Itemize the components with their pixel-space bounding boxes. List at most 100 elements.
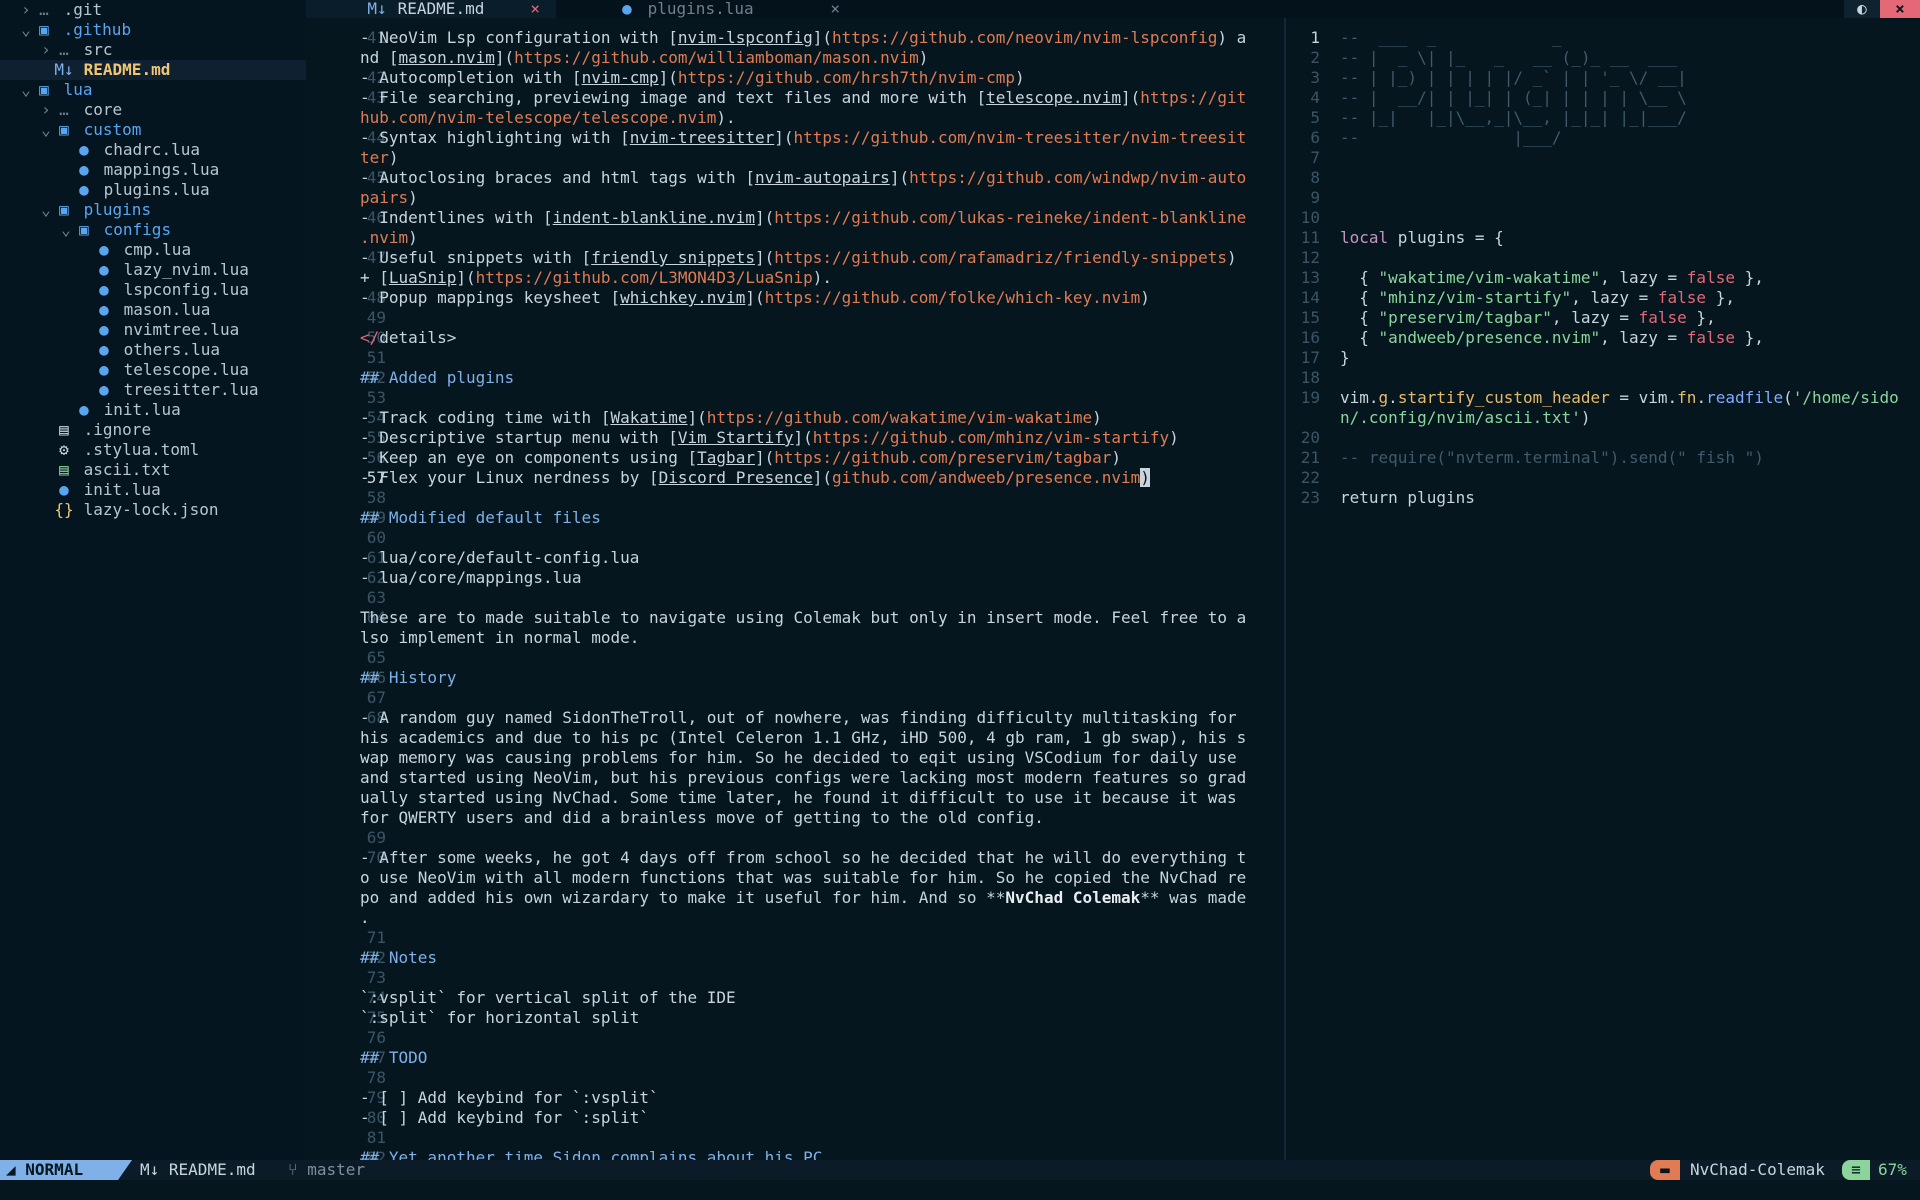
chevron-down-icon[interactable]: ⌄: [18, 20, 34, 40]
code-line[interactable]: 64 These are to made suitable to navigate…: [306, 608, 1284, 628]
code-line[interactable]: 55- Descriptive startup menu with [Vim S…: [306, 428, 1284, 448]
code-line[interactable]: 17}: [1286, 348, 1920, 368]
tree-item[interactable]: ● chadrc.lua: [0, 140, 306, 160]
code-line[interactable]: 3 -- | |_) | | | | |/ _` | | '_ \/ __|: [1286, 68, 1920, 88]
code-line[interactable]: 9: [1286, 188, 1920, 208]
code-line[interactable]: 79- [ ] Add keybind for `:vsplit`: [306, 1088, 1284, 1108]
tree-item[interactable]: › … src: [0, 40, 306, 60]
code-line[interactable]: nd [mason.nvim](https://github.com/willi…: [306, 48, 1284, 68]
code-line[interactable]: 61- lua/core/default-config.lua: [306, 548, 1284, 568]
code-line[interactable]: 18: [1286, 368, 1920, 388]
code-line[interactable]: 67: [306, 688, 1284, 708]
code-line[interactable]: 20: [1286, 428, 1920, 448]
code-line[interactable]: 48- Popup mappings keysheet [whichkey.nv…: [306, 288, 1284, 308]
tree-item[interactable]: {} lazy-lock.json: [0, 500, 306, 520]
code-line[interactable]: hub.com/nvim-telescope/telescope.nvim).: [306, 108, 1284, 128]
code-line[interactable]: 66 ## History: [306, 668, 1284, 688]
code-line[interactable]: ter): [306, 148, 1284, 168]
tree-item[interactable]: ● mason.lua: [0, 300, 306, 320]
tree-item[interactable]: ⌄ ▣ configs: [0, 220, 306, 240]
code-line[interactable]: 52 ## Added plugins: [306, 368, 1284, 388]
code-line[interactable]: 23 return plugins: [1286, 488, 1920, 508]
tree-item[interactable]: ● treesitter.lua: [0, 380, 306, 400]
code-line[interactable]: 46- Indentlines with [indent-blankline.n…: [306, 208, 1284, 228]
tree-item[interactable]: ⌄ ▣ .github: [0, 20, 306, 40]
code-line[interactable]: 11 local plugins = {: [1286, 228, 1920, 248]
code-line[interactable]: 53: [306, 388, 1284, 408]
code-line[interactable]: 47- Useful snippets with [friendly snipp…: [306, 248, 1284, 268]
code-line[interactable]: 50 </details>: [306, 328, 1284, 348]
code-line[interactable]: 82 ## Yet another time Sidon complains ab…: [306, 1148, 1284, 1160]
code-line[interactable]: 2 -- | _ \| |_ _ __ (_)_ __ ___: [1286, 48, 1920, 68]
code-line[interactable]: 75 `:split` for horizontal split: [306, 1008, 1284, 1028]
tree-item[interactable]: ▤ .ignore: [0, 420, 306, 440]
code-line[interactable]: 69: [306, 828, 1284, 848]
tree-item[interactable]: › … core: [0, 100, 306, 120]
tree-item[interactable]: ● others.lua: [0, 340, 306, 360]
file-explorer[interactable]: ›… .git ⌄ ▣ .github ›… src M↓ README.md ⌄ ▣ lu…: [0, 0, 306, 1160]
tree-item[interactable]: ⌄ ▣ lua: [0, 80, 306, 100]
code-line[interactable]: 14 { "mhinz/vim-startify", lazy = false …: [1286, 288, 1920, 308]
code-line[interactable]: 81: [306, 1128, 1284, 1148]
tree-item[interactable]: M↓ README.md: [0, 60, 306, 80]
close-icon[interactable]: ×: [830, 0, 840, 18]
theme-toggle-icon[interactable]: ◐: [1844, 0, 1880, 18]
code-line[interactable]: 72 ## Notes: [306, 948, 1284, 968]
chevron-down-icon[interactable]: ⌄: [58, 220, 74, 240]
tab-readme[interactable]: M↓ README.md ×: [306, 0, 556, 18]
tree-item[interactable]: ⌄ ▣ plugins: [0, 200, 306, 220]
code-line[interactable]: his academics and due to his pc (Intel C…: [306, 728, 1284, 748]
tree-item[interactable]: › … .git: [0, 0, 306, 20]
code-line[interactable]: .: [306, 908, 1284, 928]
code-line[interactable]: 54- Track coding time with [Wakatime](ht…: [306, 408, 1284, 428]
code-line[interactable]: 41- NeoVim Lsp configuration with [nvim-…: [306, 28, 1284, 48]
code-line[interactable]: po and added his own wizardary to make i…: [306, 888, 1284, 908]
code-line[interactable]: 19 vim.g.startify_custom_header = vim.fn.…: [1286, 388, 1920, 408]
code-line[interactable]: 22: [1286, 468, 1920, 488]
tree-item[interactable]: ⚙ .stylua.toml: [0, 440, 306, 460]
code-line[interactable]: 63: [306, 588, 1284, 608]
code-line[interactable]: 68- A random guy named SidonTheTroll, ou…: [306, 708, 1284, 728]
code-line[interactable]: 80- [ ] Add keybind for `:split`: [306, 1108, 1284, 1128]
code-line[interactable]: 71: [306, 928, 1284, 948]
tree-item[interactable]: ● init.lua: [0, 480, 306, 500]
code-line[interactable]: 5 -- |_| |_|\__,_|\__, |_|_| |_|___/: [1286, 108, 1920, 128]
tree-item[interactable]: ▤ ascii.txt: [0, 460, 306, 480]
code-line[interactable]: 57- Flex your Linux nerdness by [Discord…: [306, 468, 1284, 488]
code-line[interactable]: 42- Autocompletion with [nvim-cmp](https…: [306, 68, 1284, 88]
chevron-down-icon[interactable]: ⌄: [18, 80, 34, 100]
code-line[interactable]: 15 { "preservim/tagbar", lazy = false },: [1286, 308, 1920, 328]
code-line[interactable]: 74 `:vsplit` for vertical split of the ID…: [306, 988, 1284, 1008]
code-line[interactable]: 43- File searching, previewing image and…: [306, 88, 1284, 108]
tree-item[interactable]: ⌄ ▣ custom: [0, 120, 306, 140]
code-line[interactable]: 62- lua/core/mappings.lua: [306, 568, 1284, 588]
code-line[interactable]: 60: [306, 528, 1284, 548]
chevron-right-icon[interactable]: ›: [38, 40, 54, 60]
code-line[interactable]: 65: [306, 648, 1284, 668]
code-line[interactable]: 44- Syntax highlighting with [nvim-trees…: [306, 128, 1284, 148]
code-line[interactable]: 76: [306, 1028, 1284, 1048]
code-line[interactable]: lso implement in normal mode.: [306, 628, 1284, 648]
tree-item[interactable]: ● lspconfig.lua: [0, 280, 306, 300]
code-line[interactable]: 21 -- require("nvterm.terminal").send(" f…: [1286, 448, 1920, 468]
chevron-right-icon[interactable]: ›: [18, 0, 34, 20]
code-line[interactable]: 45- Autoclosing braces and html tags wit…: [306, 168, 1284, 188]
code-line[interactable]: 1 -- ___ _ _: [1286, 28, 1920, 48]
code-line[interactable]: 77 ## TODO: [306, 1048, 1284, 1068]
code-line[interactable]: and started using NeoVim, but his previo…: [306, 768, 1284, 788]
tree-item[interactable]: ● nvimtree.lua: [0, 320, 306, 340]
code-line[interactable]: wap memory was causing problems for him.…: [306, 748, 1284, 768]
code-line[interactable]: 51: [306, 348, 1284, 368]
code-line[interactable]: ually started using NvChad. Some time la…: [306, 788, 1284, 808]
command-line[interactable]: [0, 1180, 1920, 1200]
code-line[interactable]: 8: [1286, 168, 1920, 188]
tree-item[interactable]: ● lazy_nvim.lua: [0, 260, 306, 280]
chevron-down-icon[interactable]: ⌄: [38, 120, 54, 140]
code-line[interactable]: 4 -- | __/| | |_| | (_| | | | | \__ \: [1286, 88, 1920, 108]
code-line[interactable]: for QWERTY users and did a brainless mov…: [306, 808, 1284, 828]
editor-pane-readme[interactable]: 41- NeoVim Lsp configuration with [nvim-…: [306, 18, 1284, 1160]
code-line[interactable]: 7: [1286, 148, 1920, 168]
code-line[interactable]: 49: [306, 308, 1284, 328]
code-line[interactable]: 58: [306, 488, 1284, 508]
code-line[interactable]: 6 -- |___/: [1286, 128, 1920, 148]
